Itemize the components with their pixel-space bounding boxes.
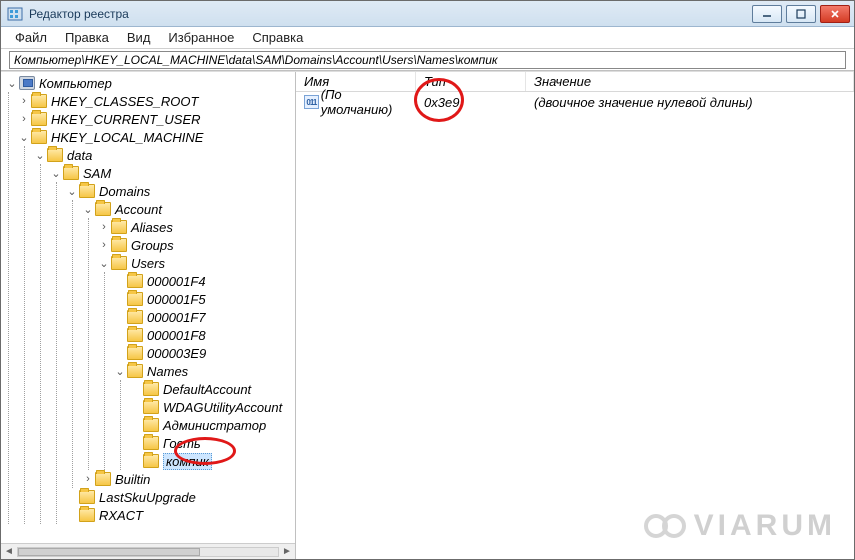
chevron-down-icon[interactable]: ⌄	[49, 166, 63, 180]
value-data: (двоичное значение нулевой длины)	[526, 95, 854, 110]
menu-view[interactable]: Вид	[119, 28, 159, 47]
folder-icon	[95, 202, 111, 216]
chevron-down-icon[interactable]: ⌄	[17, 130, 31, 144]
tree-item-hkcu[interactable]: › HKEY_CURRENT_USER	[17, 110, 295, 128]
folder-icon	[143, 418, 159, 432]
menu-help[interactable]: Справка	[244, 28, 311, 47]
tree-item-domains[interactable]: ⌄ Domains	[65, 182, 295, 200]
chevron-down-icon[interactable]: ⌄	[81, 202, 95, 216]
menu-favorites[interactable]: Избранное	[160, 28, 242, 47]
binary-value-icon: 011	[304, 95, 319, 109]
folder-icon	[95, 472, 111, 486]
value-name: (По умолчанию)	[321, 87, 408, 117]
folder-icon	[127, 346, 143, 360]
tree-item-rxact[interactable]: · RXACT	[65, 506, 295, 524]
folder-icon	[79, 508, 95, 522]
tree-item-user[interactable]: ·000001F5	[113, 290, 295, 308]
folder-icon	[143, 436, 159, 450]
value-row[interactable]: 011 (По умолчанию) 0x3e9 (двоичное значе…	[296, 92, 854, 112]
chevron-right-icon[interactable]: ›	[97, 220, 111, 234]
tree-item-user[interactable]: ·000001F7	[113, 308, 295, 326]
chevron-down-icon[interactable]: ⌄	[113, 364, 127, 378]
tree-item-builtin[interactable]: › Builtin	[81, 470, 295, 488]
address-input[interactable]	[9, 51, 846, 69]
folder-icon	[127, 310, 143, 324]
tree-item-groups[interactable]: › Groups	[97, 236, 295, 254]
chevron-right-icon[interactable]: ›	[17, 94, 31, 108]
chevron-down-icon[interactable]: ⌄	[97, 256, 111, 270]
close-button[interactable]	[820, 5, 850, 23]
minimize-button[interactable]	[752, 5, 782, 23]
folder-icon	[127, 328, 143, 342]
tree-item-aliases[interactable]: › Aliases	[97, 218, 295, 236]
tree-item-lastsku[interactable]: · LastSkuUpgrade	[65, 488, 295, 506]
menu-file[interactable]: Файл	[7, 28, 55, 47]
scroll-track[interactable]	[17, 547, 279, 557]
chevron-right-icon[interactable]: ›	[97, 238, 111, 252]
folder-icon	[143, 400, 159, 414]
col-type[interactable]: Тип	[416, 72, 526, 91]
tree-horizontal-scrollbar[interactable]: ◄ ►	[1, 543, 295, 559]
folder-icon	[127, 364, 143, 378]
folder-icon	[79, 184, 95, 198]
tree-pane: ⌄ Компьютер › HKEY_CLASSES_ROOT	[1, 72, 296, 559]
addressbar	[1, 49, 854, 71]
titlebar: Редактор реестра	[1, 1, 854, 27]
menu-edit[interactable]: Правка	[57, 28, 117, 47]
tree-item-user[interactable]: ·000003E9	[113, 344, 295, 362]
folder-icon	[111, 238, 127, 252]
tree-item-account[interactable]: ⌄ Account	[81, 200, 295, 218]
tree-item-computer[interactable]: ⌄ Компьютер	[1, 74, 295, 92]
folder-icon	[143, 454, 159, 468]
folder-icon	[79, 490, 95, 504]
folder-icon	[111, 256, 127, 270]
value-type: 0x3e9	[416, 95, 526, 110]
scroll-thumb[interactable]	[18, 548, 200, 556]
tree-item-user[interactable]: ·000001F4	[113, 272, 295, 290]
chevron-down-icon[interactable]: ⌄	[33, 148, 47, 162]
chevron-down-icon[interactable]: ⌄	[65, 184, 79, 198]
chevron-down-icon[interactable]: ⌄	[5, 76, 19, 90]
folder-icon	[127, 274, 143, 288]
menubar: Файл Правка Вид Избранное Справка	[1, 27, 854, 49]
computer-icon	[19, 76, 35, 90]
folder-icon	[31, 94, 47, 108]
tree-item-hklm[interactable]: ⌄ HKEY_LOCAL_MACHINE	[17, 128, 295, 146]
tree-item-name[interactable]: ·WDAGUtilityAccount	[129, 398, 295, 416]
folder-icon	[31, 112, 47, 126]
chevron-right-icon[interactable]: ›	[17, 112, 31, 126]
col-value[interactable]: Значение	[526, 72, 854, 91]
folder-icon	[111, 220, 127, 234]
tree-label: Компьютер	[39, 76, 112, 91]
tree-item-name[interactable]: ·Администратор	[129, 416, 295, 434]
folder-icon	[143, 382, 159, 396]
maximize-button[interactable]	[786, 5, 816, 23]
tree-item-hkcr[interactable]: › HKEY_CLASSES_ROOT	[17, 92, 295, 110]
values-pane: Имя Тип Значение 011 (По умолчанию) 0x3e…	[296, 72, 854, 559]
folder-icon	[63, 166, 79, 180]
scroll-left-icon[interactable]: ◄	[1, 546, 17, 557]
scroll-right-icon[interactable]: ►	[279, 546, 295, 557]
tree-item-names[interactable]: ⌄ Names	[113, 362, 295, 380]
tree-item-sam[interactable]: ⌄ SAM	[49, 164, 295, 182]
tree-item-name-selected[interactable]: ·компик	[129, 452, 295, 470]
tree-item-data[interactable]: ⌄ data	[33, 146, 295, 164]
folder-icon	[31, 130, 47, 144]
window-title: Редактор реестра	[29, 7, 746, 21]
regedit-icon	[7, 6, 23, 22]
tree-item-name[interactable]: ·Гость	[129, 434, 295, 452]
folder-icon	[127, 292, 143, 306]
chevron-right-icon[interactable]: ›	[81, 472, 95, 486]
tree-item-name[interactable]: ·DefaultAccount	[129, 380, 295, 398]
folder-icon	[47, 148, 63, 162]
tree-item-user[interactable]: ·000001F8	[113, 326, 295, 344]
tree-item-users[interactable]: ⌄ Users	[97, 254, 295, 272]
